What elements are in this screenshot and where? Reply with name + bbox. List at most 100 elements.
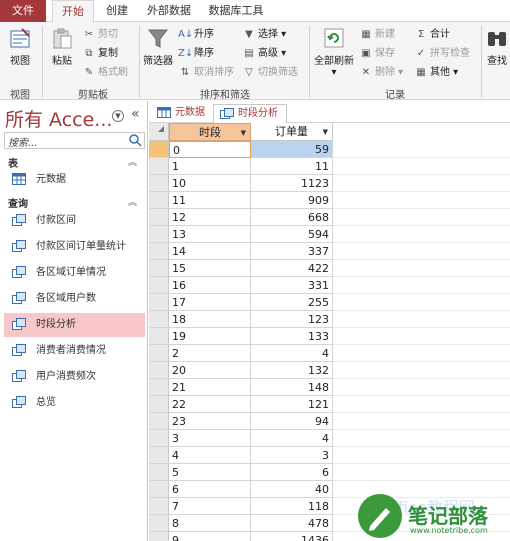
row-selector[interactable] [149, 515, 169, 532]
cell-period[interactable]: 20 [169, 362, 251, 379]
tab-file[interactable]: 文件 [0, 0, 46, 22]
cell-order-count[interactable]: 1123 [251, 175, 333, 192]
row-selector[interactable] [149, 192, 169, 209]
nav-item-query[interactable]: 总览 [4, 391, 145, 415]
cell-period[interactable]: 7 [169, 498, 251, 515]
spelling-button[interactable]: ✓ 拼写检查 [414, 46, 470, 62]
advanced-button[interactable]: ▤ 高级 ▾ [242, 46, 286, 62]
cut-button[interactable]: ✂ 剪切 [82, 27, 118, 43]
cell-order-count[interactable]: 148 [251, 379, 333, 396]
row-selector[interactable] [149, 141, 169, 158]
remove-sort-button[interactable]: ⇅ 取消排序 [178, 65, 234, 81]
row-selector[interactable] [149, 260, 169, 277]
cell-order-count[interactable]: 59 [251, 141, 333, 158]
cell-order-count[interactable]: 668 [251, 209, 333, 226]
cell-period[interactable]: 5 [169, 464, 251, 481]
cell-order-count[interactable]: 123 [251, 311, 333, 328]
row-selector[interactable] [149, 345, 169, 362]
tab-external-data[interactable]: 外部数据 [140, 0, 198, 22]
row-selector[interactable] [149, 277, 169, 294]
cell-period[interactable]: 13 [169, 226, 251, 243]
new-record-button[interactable]: ▦ 新建 [359, 27, 395, 43]
totals-button[interactable]: Σ 合计 [414, 27, 450, 43]
row-selector[interactable] [149, 396, 169, 413]
cell-order-count[interactable]: 1436 [251, 532, 333, 541]
cell-period[interactable]: 3 [169, 430, 251, 447]
row-selector[interactable] [149, 158, 169, 175]
row-selector[interactable] [149, 209, 169, 226]
format-painter-button[interactable]: ✎ 格式刷 [82, 65, 128, 81]
cell-order-count[interactable]: 478 [251, 515, 333, 532]
cell-period[interactable]: 18 [169, 311, 251, 328]
nav-item-query[interactable]: 各区域用户数 [4, 287, 145, 311]
collapse-section-icon[interactable]: ︽ [128, 155, 137, 168]
paste-button[interactable]: 粘贴 [46, 26, 78, 67]
selection-button[interactable]: ▼ 选择 ▾ [242, 27, 286, 43]
cell-period[interactable]: 22 [169, 396, 251, 413]
cell-period[interactable]: 21 [169, 379, 251, 396]
nav-menu-dropdown-icon[interactable]: ▼ [112, 110, 124, 122]
cell-period[interactable]: 6 [169, 481, 251, 498]
cell-order-count[interactable]: 121 [251, 396, 333, 413]
cell-order-count[interactable]: 594 [251, 226, 333, 243]
cell-period[interactable]: 23 [169, 413, 251, 430]
cell-order-count[interactable]: 909 [251, 192, 333, 209]
copy-button[interactable]: ⧉ 复制 [82, 46, 118, 62]
nav-search-input[interactable]: 搜索... [4, 132, 145, 149]
row-selector[interactable] [149, 430, 169, 447]
cell-order-count[interactable]: 331 [251, 277, 333, 294]
row-selector[interactable] [149, 328, 169, 345]
cell-period[interactable]: 12 [169, 209, 251, 226]
nav-item-table[interactable]: 元数据 [4, 168, 145, 192]
cell-period[interactable]: 2 [169, 345, 251, 362]
cell-order-count[interactable]: 132 [251, 362, 333, 379]
row-selector[interactable] [149, 532, 169, 541]
sort-ascending-button[interactable]: A↓升序 [178, 27, 214, 43]
nav-item-query[interactable]: 付款区间订单量统计 [4, 235, 145, 259]
column-dropdown-icon[interactable]: ▼ [241, 124, 246, 142]
row-selector[interactable] [149, 464, 169, 481]
row-selector[interactable] [149, 294, 169, 311]
tab-create[interactable]: 创建 [98, 0, 136, 22]
tab-home[interactable]: 开始 [52, 0, 94, 23]
filter-button[interactable]: 筛选器 [141, 26, 175, 67]
more-button[interactable]: ▦ 其他 ▾ [414, 65, 458, 81]
row-selector[interactable] [149, 413, 169, 430]
collapse-pane-icon[interactable]: « [131, 106, 140, 122]
sort-descending-button[interactable]: Z↓降序 [178, 46, 214, 62]
cell-period[interactable]: 14 [169, 243, 251, 260]
cell-order-count[interactable]: 11 [251, 158, 333, 175]
row-selector[interactable] [149, 447, 169, 464]
cell-period[interactable]: 11 [169, 192, 251, 209]
nav-title[interactable]: 所有 Acce... [5, 105, 112, 132]
tab-database-tools[interactable]: 数据库工具 [202, 0, 270, 22]
row-selector[interactable] [149, 311, 169, 328]
column-header-period[interactable]: 时段 ▼ [169, 123, 251, 141]
search-icon[interactable] [129, 134, 142, 147]
cell-order-count[interactable]: 4 [251, 430, 333, 447]
refresh-all-button[interactable]: 全部刷新 ▾ [311, 26, 357, 78]
cell-order-count[interactable]: 6 [251, 464, 333, 481]
doc-tab-time-analysis[interactable]: 时段分析 [213, 104, 287, 124]
cell-order-count[interactable]: 422 [251, 260, 333, 277]
row-selector[interactable] [149, 481, 169, 498]
nav-item-query[interactable]: 用户消费频次 [4, 365, 145, 389]
select-all-corner[interactable] [149, 123, 169, 141]
row-selector[interactable] [149, 379, 169, 396]
cell-period[interactable]: 4 [169, 447, 251, 464]
cell-order-count[interactable]: 40 [251, 481, 333, 498]
nav-item-query[interactable]: 付款区间 [4, 209, 145, 233]
cell-period[interactable]: 17 [169, 294, 251, 311]
cell-order-count[interactable]: 94 [251, 413, 333, 430]
cell-period[interactable]: 15 [169, 260, 251, 277]
row-selector[interactable] [149, 498, 169, 515]
cell-order-count[interactable]: 133 [251, 328, 333, 345]
cell-period[interactable]: 9 [169, 532, 251, 541]
cell-period[interactable]: 1 [169, 158, 251, 175]
find-button[interactable]: 查找 [484, 26, 510, 67]
row-selector[interactable] [149, 175, 169, 192]
cell-period[interactable]: 0 [169, 141, 251, 158]
delete-record-button[interactable]: ✕ 删除 ▾ [359, 65, 403, 81]
nav-item-query[interactable]: 各区域订单情况 [4, 261, 145, 285]
cell-order-count[interactable]: 4 [251, 345, 333, 362]
